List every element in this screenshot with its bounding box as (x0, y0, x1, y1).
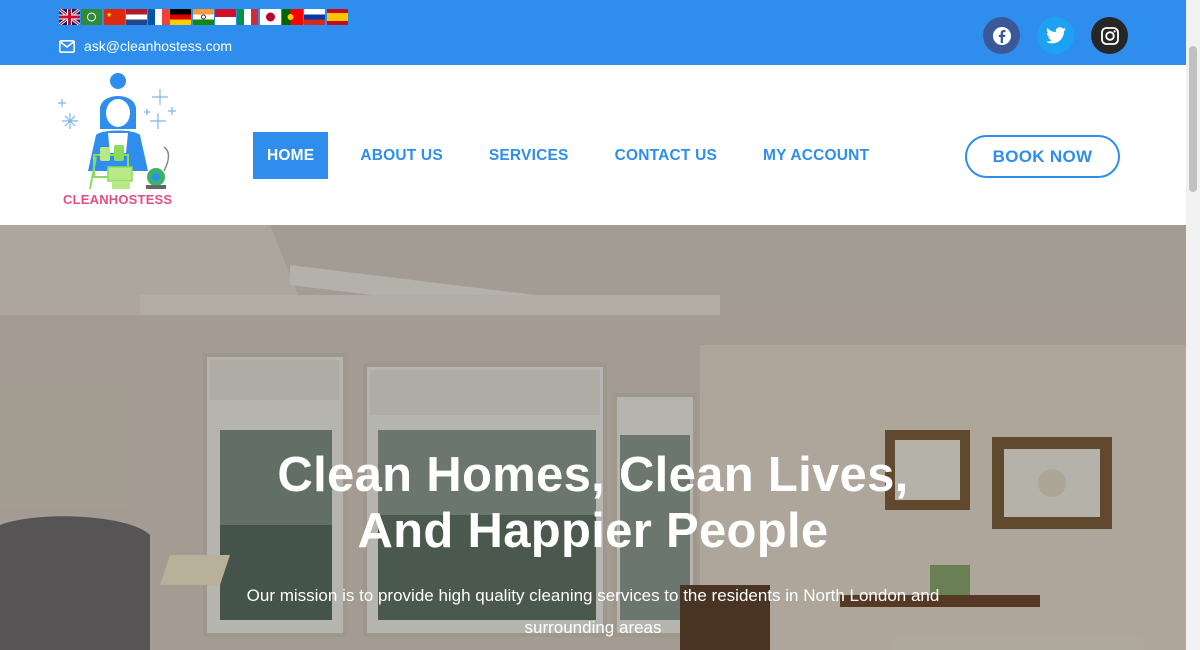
main-nav: HOME ABOUT US SERVICES CONTACT US MY ACC… (253, 132, 901, 179)
logo-text: CLEANHOSTESS (63, 192, 173, 207)
nav-my-account[interactable]: MY ACCOUNT (749, 132, 883, 179)
nav-home[interactable]: HOME (253, 132, 329, 179)
hero-section: Clean Homes, Clean Lives, And Happier Pe… (0, 225, 1186, 650)
hindi-flag-icon[interactable] (192, 9, 214, 25)
envelope-icon (59, 39, 75, 53)
italian-flag-icon[interactable] (237, 9, 259, 25)
nav-services[interactable]: SERVICES (475, 132, 583, 179)
email-contact[interactable]: ask@cleanhostess.com (59, 38, 232, 54)
chinese-flag-icon[interactable]: ★ (103, 9, 125, 25)
language-flags: ★ (59, 9, 349, 25)
french-flag-icon[interactable] (148, 9, 170, 25)
page-scrollbar[interactable] (1186, 0, 1200, 650)
hero-title-line-1: Clean Homes, Clean Lives, (277, 448, 909, 502)
scrollbar-thumb[interactable] (1189, 46, 1197, 192)
facebook-icon[interactable] (983, 17, 1020, 54)
russian-flag-icon[interactable] (304, 9, 326, 25)
spanish-flag-icon[interactable] (326, 9, 348, 25)
indonesian-flag-icon[interactable] (215, 9, 237, 25)
dutch-flag-icon[interactable] (125, 9, 147, 25)
nav-about-us[interactable]: ABOUT US (346, 132, 457, 179)
german-flag-icon[interactable] (170, 9, 192, 25)
portuguese-flag-icon[interactable] (281, 9, 303, 25)
svg-text:★: ★ (106, 11, 112, 19)
nav-contact-us[interactable]: CONTACT US (601, 132, 731, 179)
email-text: ask@cleanhostess.com (84, 38, 233, 54)
main-header: CLEANHOSTESS HOME ABOUT US SERVICES CONT… (0, 65, 1186, 225)
social-links (983, 17, 1128, 54)
hero-title-line-2: And Happier People (357, 504, 829, 558)
instagram-icon[interactable] (1091, 17, 1128, 54)
hero-title: Clean Homes, Clean Lives, And Happier Pe… (0, 447, 1186, 559)
japanese-flag-icon[interactable] (259, 9, 281, 25)
book-now-button[interactable]: BOOK NOW (965, 135, 1120, 178)
arabic-flag-icon[interactable] (81, 9, 103, 25)
english-flag-icon[interactable] (59, 9, 80, 25)
top-bar: ★ ask@cleanhostess.com (0, 0, 1186, 65)
hero-subtitle: Our mission is to provide high quality c… (246, 586, 940, 637)
twitter-icon[interactable] (1037, 17, 1074, 54)
